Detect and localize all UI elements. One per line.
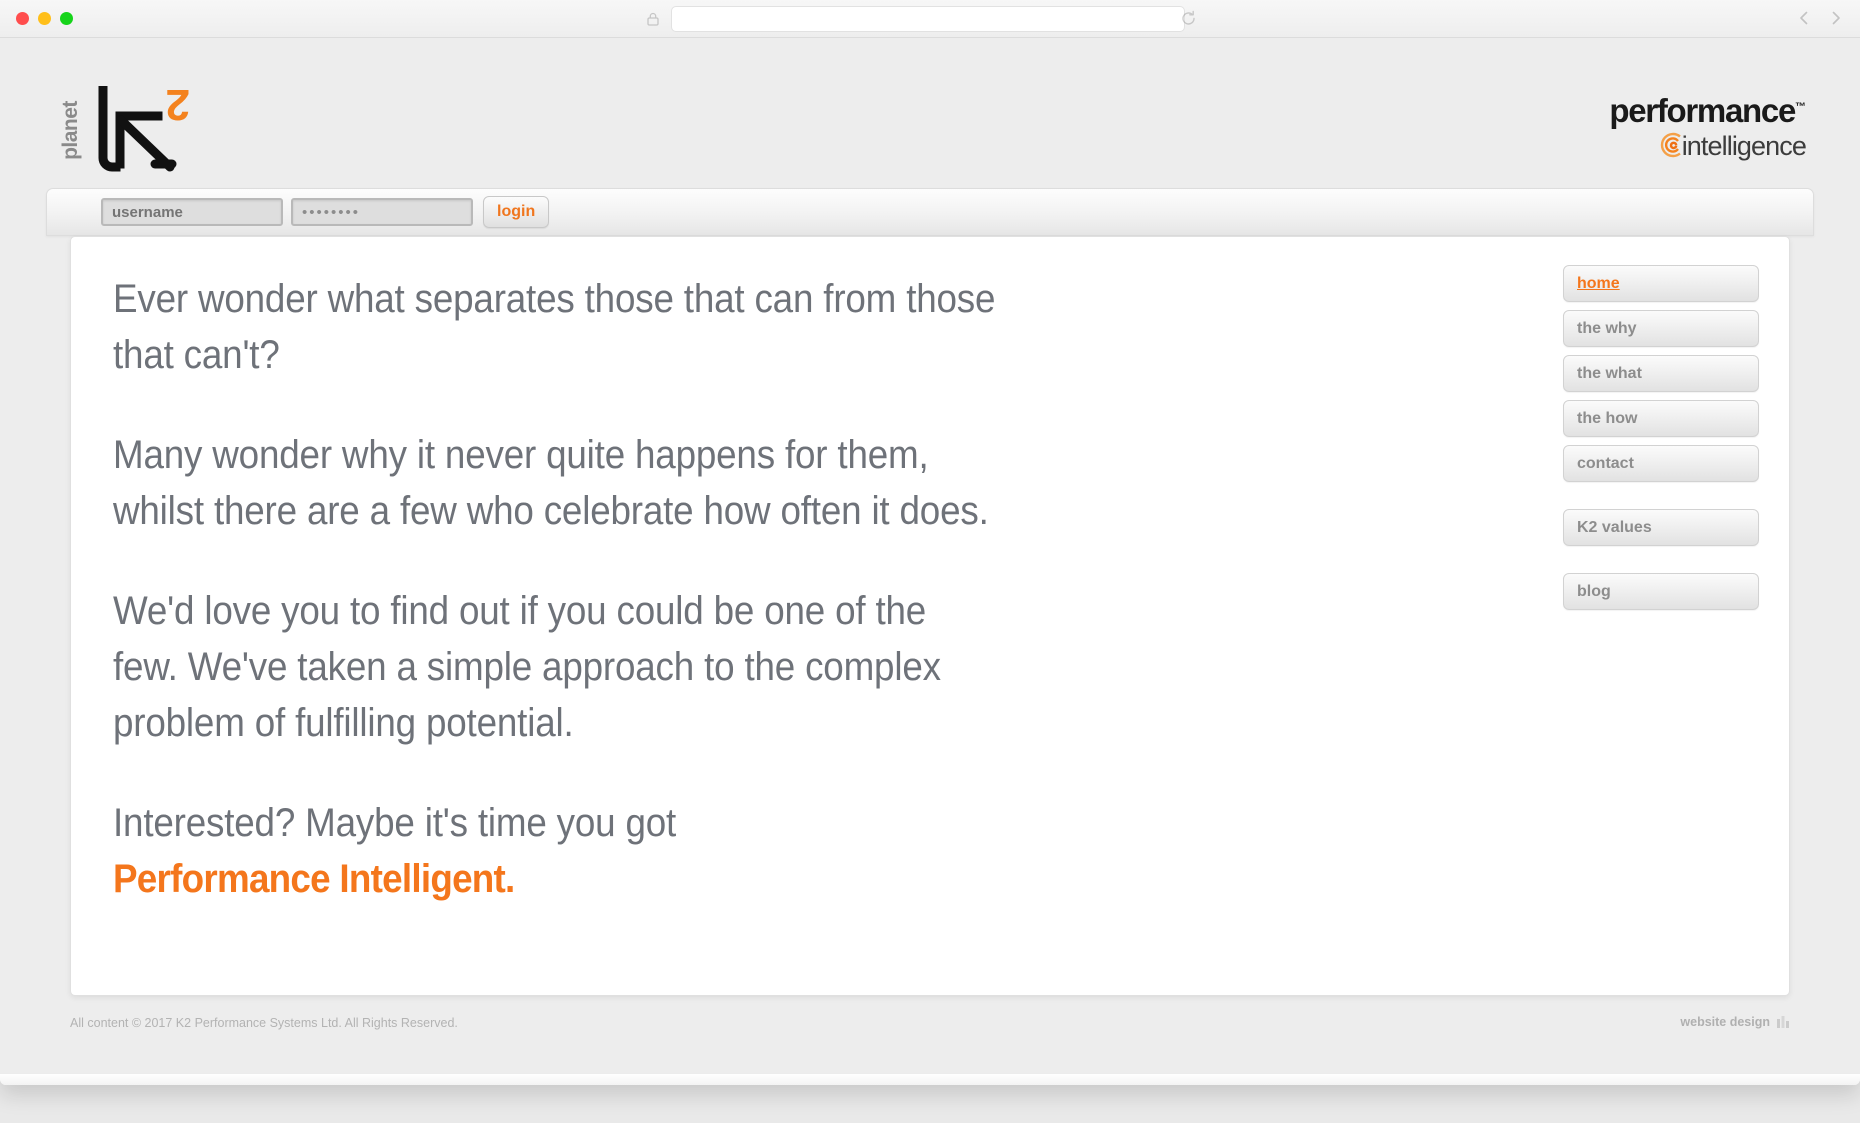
password-input[interactable] [291, 198, 473, 226]
page-bottom-edge [0, 1073, 1860, 1085]
login-bar: login [46, 188, 1814, 236]
browser-navigation [1796, 9, 1844, 27]
reload-icon[interactable] [1180, 10, 1197, 27]
browser-window: planet 2 performance™ intelligence usern… [0, 0, 1860, 1085]
nav-item-the-why[interactable]: the why [1563, 310, 1759, 347]
svg-text:2: 2 [166, 86, 190, 129]
nav-item-blog[interactable]: blog [1563, 573, 1759, 610]
footer-copyright: All content © 2017 K2 Performance System… [70, 1016, 458, 1030]
marketing-copy: Ever wonder what separates those that ca… [113, 271, 1073, 907]
panel-anchor-right [1789, 247, 1790, 273]
chevron-left-icon[interactable] [1796, 9, 1812, 27]
site-nav: home the why the what the how contact K2 valu… [1563, 265, 1759, 618]
website-design-label: website design [1680, 1014, 1770, 1029]
website-design-credit[interactable]: website design [1680, 1014, 1790, 1029]
login-button[interactable]: login [483, 196, 550, 228]
performance-intelligence-logo[interactable]: performance™ intelligence [1566, 94, 1807, 161]
copy-paragraph-2: Many wonder why it never quite happens f… [113, 433, 989, 533]
page-body: planet 2 performance™ intelligence usern… [0, 38, 1860, 1085]
copy-paragraph-1: Ever wonder what separates those that ca… [113, 277, 996, 377]
url-input[interactable] [671, 6, 1185, 32]
copy-paragraph-3: We'd love you to find out if you could b… [113, 589, 941, 745]
copy-accent-line: Performance Intelligent. [113, 857, 515, 901]
nav-item-the-how[interactable]: the how [1563, 400, 1759, 437]
close-window-button[interactable] [16, 12, 29, 25]
logo-intelligence-text: intelligence [1681, 131, 1807, 161]
zoom-window-button[interactable] [60, 12, 73, 25]
window-controls [16, 12, 73, 25]
designer-badge-icon [1776, 1014, 1790, 1029]
trademark-symbol: ™ [1795, 101, 1806, 113]
panel-anchor-left [70, 247, 71, 273]
site-footer: All content © 2017 K2 Performance System… [70, 1010, 1790, 1050]
content-shell: Ever wonder what separates those that ca… [70, 236, 1790, 996]
logo-intelligence-row: intelligence [1566, 130, 1807, 161]
lock-icon [645, 11, 661, 27]
nav-item-contact[interactable]: contact [1563, 445, 1759, 482]
site-header: planet 2 performance™ intelligence [0, 38, 1860, 188]
username-input[interactable] [101, 198, 283, 226]
nav-item-home[interactable]: home [1563, 265, 1759, 302]
browser-toolbar [0, 0, 1860, 38]
logo-performance-text: performance [1609, 92, 1796, 129]
copy-paragraph-4: Interested? Maybe it's time you got Perf… [113, 795, 996, 907]
copy-paragraph-4-text: Interested? Maybe it's time you got [113, 801, 677, 845]
chevron-right-icon[interactable] [1828, 9, 1844, 27]
address-bar [645, 6, 1185, 32]
k2-cursor-logo-icon: 2 [94, 80, 192, 174]
minimize-window-button[interactable] [38, 12, 51, 25]
logo-planet-word: planet [58, 101, 82, 160]
content-panel: Ever wonder what separates those that ca… [70, 236, 1790, 996]
planet-k2-logo[interactable]: planet 2 [58, 80, 192, 174]
nav-item-k2-values[interactable]: K2 values [1563, 509, 1759, 546]
logo-performance-word: performance™ [1566, 94, 1806, 127]
nav-item-the-what[interactable]: the what [1563, 355, 1759, 392]
